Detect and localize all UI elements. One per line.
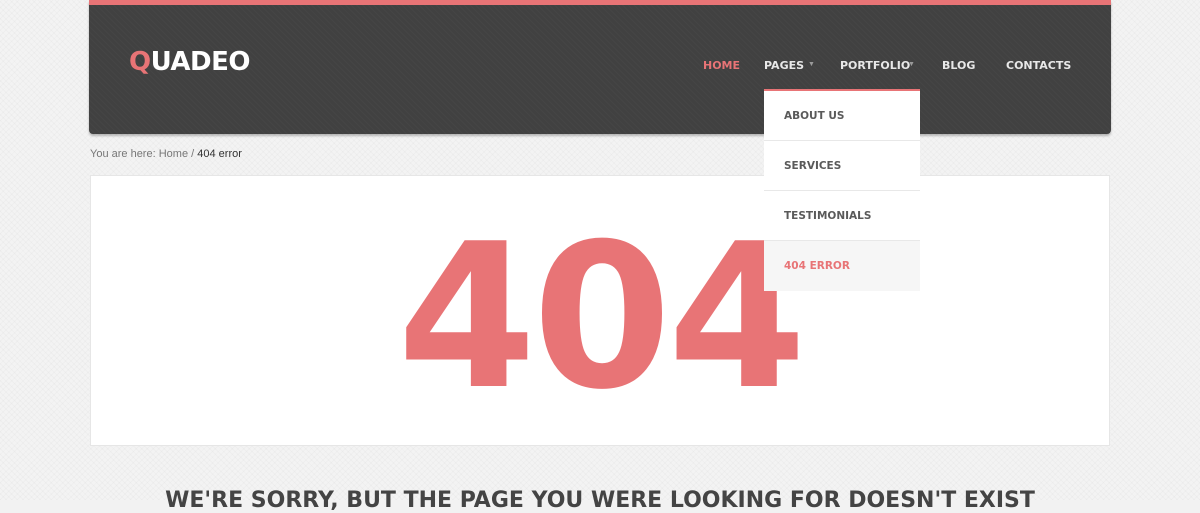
nav-item-home[interactable]: Home bbox=[703, 59, 740, 72]
page-wrapper: QUADEO Home Pages ▼ Portfolio ▼ Blog Con… bbox=[89, 0, 1111, 513]
site-header: QUADEO Home Pages ▼ Portfolio ▼ Blog Con… bbox=[89, 0, 1111, 134]
breadcrumb-prefix: You are here: bbox=[90, 148, 156, 160]
dropdown-item-services[interactable]: Services bbox=[764, 141, 920, 191]
dropdown-item-testimonials[interactable]: Testimonials bbox=[764, 191, 920, 241]
chevron-down-icon: ▼ bbox=[908, 61, 915, 68]
error-code: 404 bbox=[397, 201, 806, 434]
nav-item-portfolio[interactable]: Portfolio bbox=[840, 59, 910, 72]
dropdown-item-404-error[interactable]: 404 Error bbox=[764, 241, 920, 291]
chevron-down-icon: ▼ bbox=[808, 61, 815, 68]
nav-item-contacts[interactable]: Contacts bbox=[1006, 59, 1071, 72]
breadcrumb-separator: / bbox=[191, 148, 195, 160]
breadcrumb: You are here: Home / 404 error bbox=[90, 148, 242, 160]
pages-dropdown-menu: About us Services Testimonials 404 Error bbox=[764, 89, 920, 291]
breadcrumb-current: 404 error bbox=[197, 148, 242, 160]
main-nav: Home Pages ▼ Portfolio ▼ Blog Contacts bbox=[89, 59, 1111, 79]
error-message: We're sorry, but the page you were looki… bbox=[165, 488, 1035, 513]
nav-item-pages[interactable]: Pages bbox=[764, 59, 804, 72]
breadcrumb-home-link[interactable]: Home bbox=[159, 148, 188, 160]
dropdown-item-about-us[interactable]: About us bbox=[764, 91, 920, 141]
nav-item-blog[interactable]: Blog bbox=[942, 59, 975, 72]
